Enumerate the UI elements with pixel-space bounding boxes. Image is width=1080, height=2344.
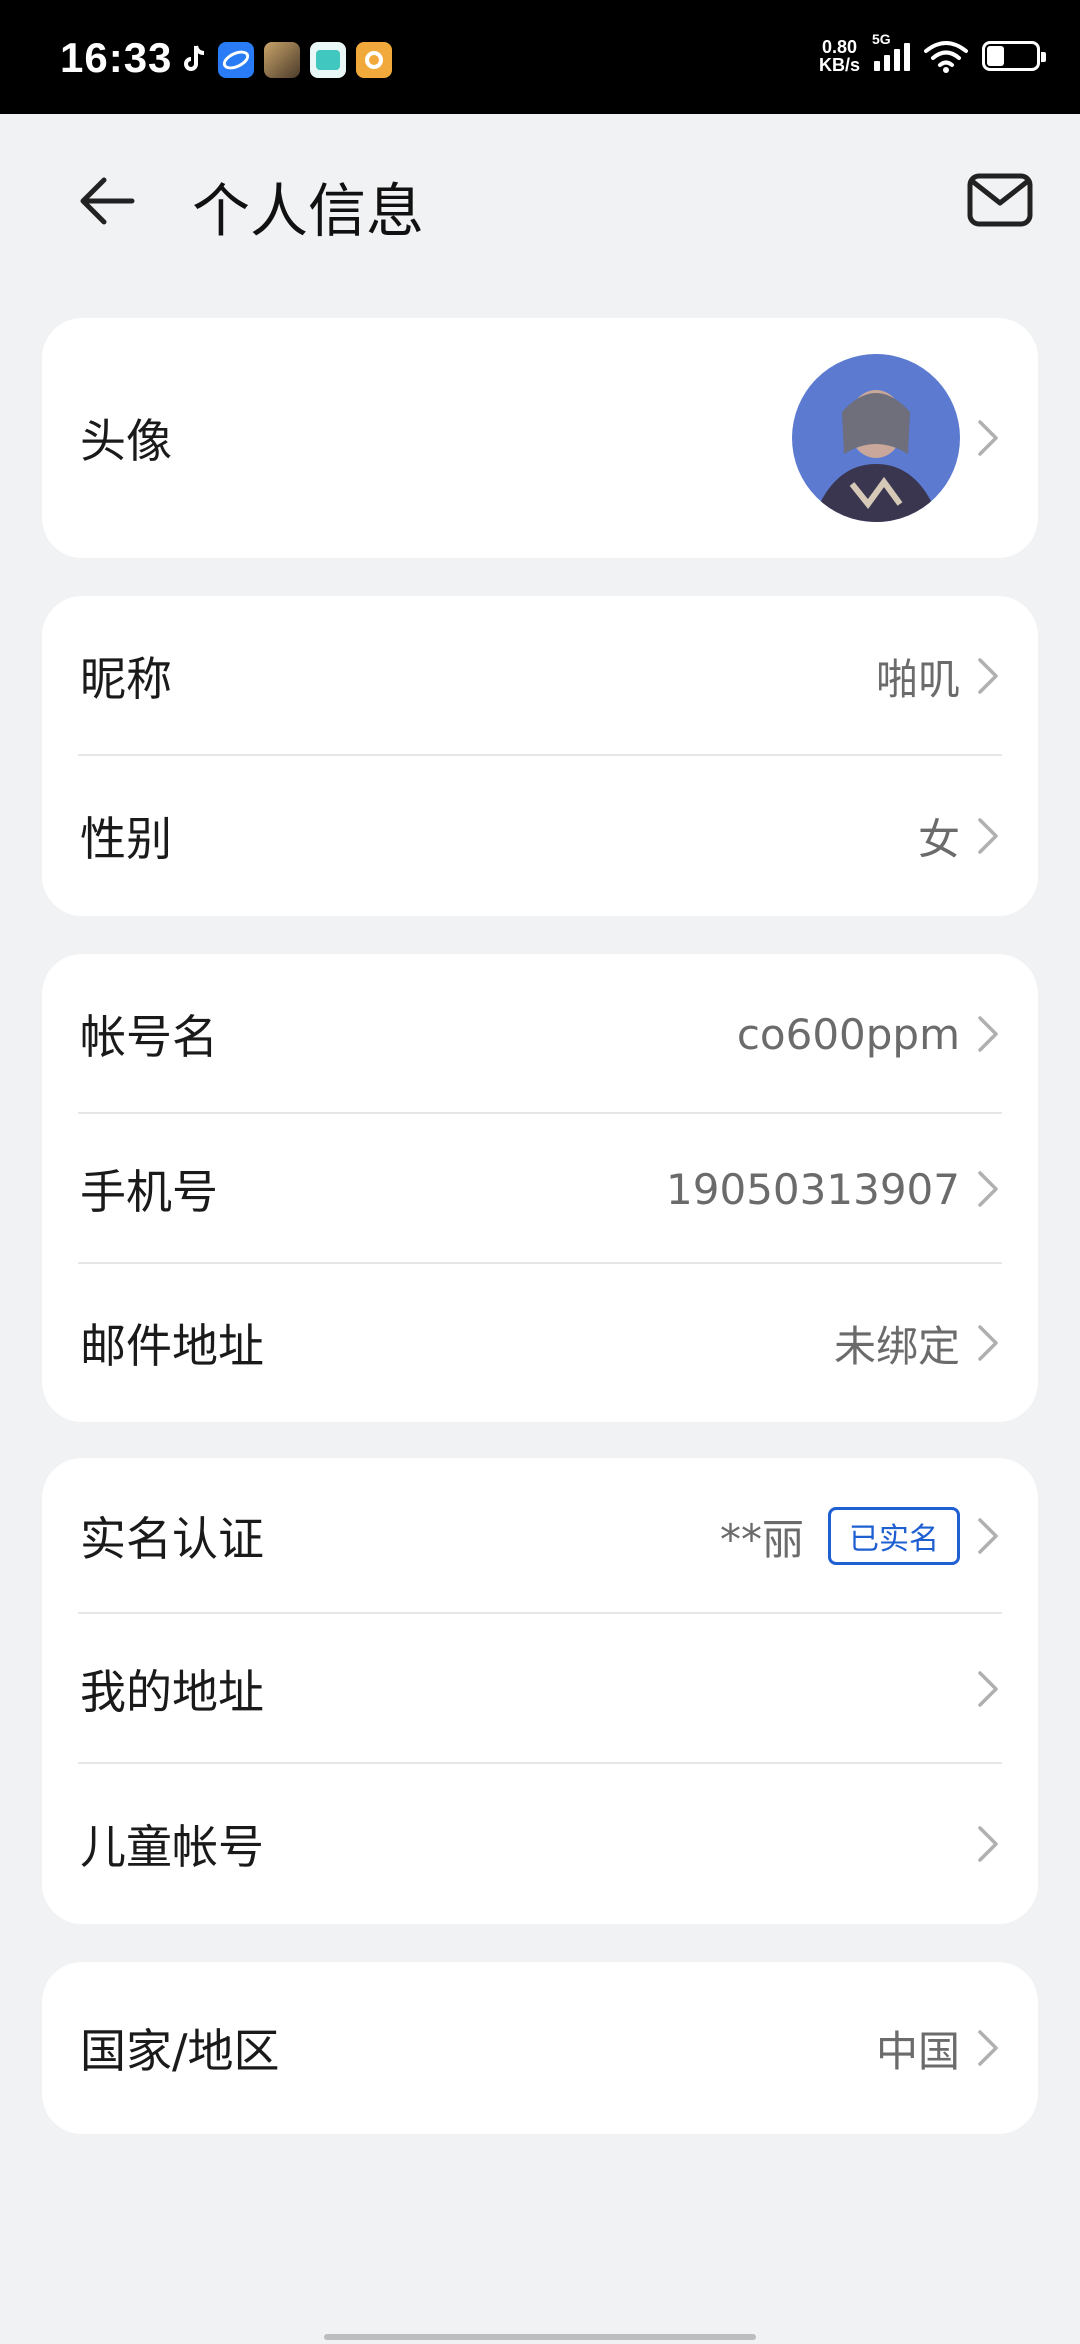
back-button[interactable] [72,166,142,236]
mail-icon [967,173,1033,227]
back-arrow-icon [80,177,135,225]
basic-info-card: 昵称 啪叽 性别 女 [42,596,1038,916]
region-card: 国家/地区 中国 [42,1962,1038,2134]
mail-button[interactable] [964,164,1036,236]
home-indicator[interactable] [324,2334,756,2340]
wifi-icon [924,41,968,73]
teal-app-icon [310,42,346,78]
chevron-right-icon [978,1518,998,1554]
child-account-label: 儿童帐号 [80,1820,264,1874]
page-title: 个人信息 [192,177,425,245]
nickname-row[interactable]: 昵称 啪叽 [42,596,1038,756]
child-account-row[interactable]: 儿童帐号 [42,1764,1038,1924]
real-name-label: 实名认证 [80,1512,264,1566]
chevron-right-icon [978,658,998,694]
my-address-row[interactable]: 我的地址 [42,1614,1038,1764]
account-name-value: co600ppm [736,1009,960,1059]
phone-row[interactable]: 手机号 19050313907 [42,1114,1038,1264]
chevron-right-icon [978,1171,998,1207]
app-header: 个人信息 [0,114,1080,284]
status-bar: 16:33 0.80 KB/s 5G [0,0,1080,114]
status-app-icons [180,42,392,78]
email-label: 邮件地址 [80,1319,264,1373]
email-row[interactable]: 邮件地址 未绑定 [42,1264,1038,1422]
account-card: 帐号名 co600ppm 手机号 19050313907 邮件地址 未绑定 [42,954,1038,1422]
avatar-label: 头像 [80,414,172,468]
avatar-card: 头像 [42,318,1038,558]
gender-value: 女 [917,814,960,864]
browser-icon [218,42,254,78]
chevron-right-icon [978,818,998,854]
chevron-right-icon [978,420,998,456]
chevron-right-icon [978,2030,998,2066]
real-name-row[interactable]: 实名认证 **丽 已实名 [42,1458,1038,1614]
game-app-icon [264,42,300,78]
security-card: 实名认证 **丽 已实名 我的地址 儿童帐号 [42,1458,1038,1924]
email-value: 未绑定 [833,1321,960,1371]
nickname-value: 啪叽 [875,654,960,704]
avatar-row[interactable]: 头像 [42,318,1038,558]
music-app-icon [356,42,392,78]
battery-icon [982,41,1046,71]
account-name-label: 帐号名 [80,1010,218,1064]
chevron-right-icon [978,1826,998,1862]
chevron-right-icon [978,1325,998,1361]
gender-row[interactable]: 性别 女 [42,756,1038,916]
real-name-value: **丽 [719,1514,804,1564]
account-name-row[interactable]: 帐号名 co600ppm [42,954,1038,1114]
chevron-right-icon [978,1016,998,1052]
gender-label: 性别 [80,812,172,866]
verified-badge: 已实名 [828,1507,960,1565]
status-time: 16:33 [60,34,173,81]
region-row[interactable]: 国家/地区 中国 [42,1962,1038,2134]
chevron-right-icon [978,1671,998,1707]
signal-icon: 5G [872,31,910,71]
tiktok-icon [184,45,205,71]
nickname-label: 昵称 [80,652,172,706]
region-value: 中国 [875,2026,960,2076]
phone-label: 手机号 [80,1165,218,1219]
avatar [792,354,960,522]
phone-value: 19050313907 [666,1164,960,1214]
net-speed: 0.80 KB/s [818,37,860,75]
region-label: 国家/地区 [80,2024,280,2078]
my-address-label: 我的地址 [80,1665,264,1719]
